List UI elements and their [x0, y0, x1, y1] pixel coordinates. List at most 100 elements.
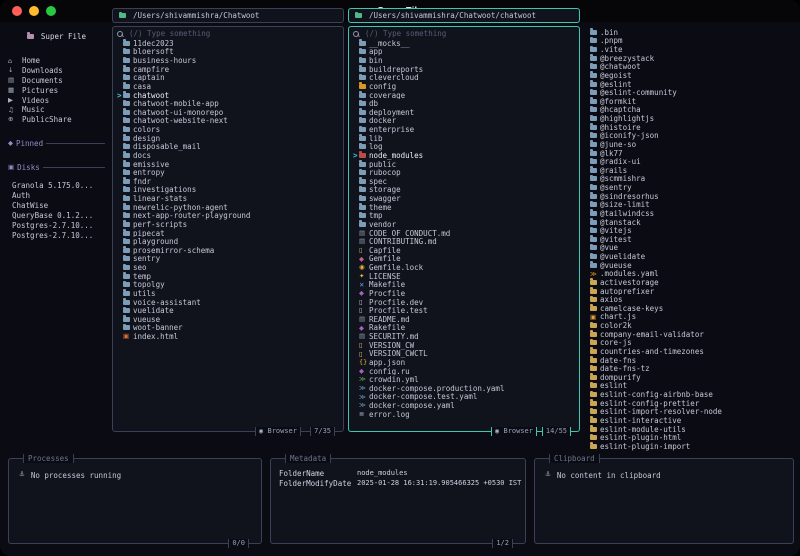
file-row[interactable]: perf-scripts: [117, 220, 343, 229]
panel1-search-input[interactable]: (/) Type something: [117, 29, 343, 38]
file-row[interactable]: rubocop: [353, 168, 579, 177]
file-row[interactable]: ≫ docker-compose.production.yaml: [353, 384, 579, 393]
file-row[interactable]: .bin: [584, 28, 794, 37]
sidebar-item[interactable]: ▤ Documents: [8, 76, 105, 86]
file-row[interactable]: ≫ docker-compose.yaml: [353, 401, 579, 410]
file-row[interactable]: woot-banner: [117, 324, 343, 332]
disk-item[interactable]: Postgres-2.7.10...: [12, 221, 105, 231]
file-row[interactable]: prosemirror-schema: [117, 246, 343, 255]
sidebar-item[interactable]: ♫ Music: [8, 105, 105, 115]
file-row[interactable]: @chatwoot: [584, 63, 794, 71]
file-row[interactable]: ▤ CONTRIBUTING.md: [353, 237, 579, 246]
file-row[interactable]: @tailwindcss: [584, 209, 794, 218]
file-row[interactable]: ◆ config.ru: [353, 367, 579, 376]
file-row[interactable]: pipecat: [117, 229, 343, 237]
file-row[interactable]: 11dec2023: [117, 39, 343, 48]
file-row[interactable]: eslint-plugin-import: [584, 442, 794, 451]
file-row[interactable]: seo: [117, 263, 343, 272]
file-row[interactable]: company-email-validator: [584, 330, 794, 339]
file-row[interactable]: @vitejs: [584, 226, 794, 235]
file-row[interactable]: @vuelidate: [584, 252, 794, 261]
file-row[interactable]: eslint-config-prettier: [584, 399, 794, 408]
file-row[interactable]: clevercloud: [353, 74, 579, 82]
file-row[interactable]: @highlightjs: [584, 114, 794, 123]
file-row[interactable]: buildreports: [353, 65, 579, 74]
file-row[interactable]: fndr: [117, 177, 343, 186]
file-row[interactable]: theme: [353, 203, 579, 212]
file-row[interactable]: ▯ VERSION_CW: [353, 341, 579, 350]
file-row[interactable]: __mocks__: [353, 39, 579, 48]
file-row[interactable]: {} app.json: [353, 358, 579, 367]
file-row[interactable]: bin: [353, 56, 579, 65]
file-row[interactable]: @vitest: [584, 235, 794, 244]
file-row[interactable]: next-app-router-playground: [117, 212, 343, 220]
file-row[interactable]: chatwoot-mobile-app: [117, 99, 343, 108]
file-row[interactable]: countries-and-timezones: [584, 347, 794, 356]
file-row[interactable]: ◆ Gemfile: [353, 255, 579, 264]
file-row[interactable]: > node_modules: [353, 151, 579, 160]
file-row[interactable]: docs: [117, 151, 343, 160]
file-row[interactable]: campfire: [117, 65, 343, 74]
file-row[interactable]: linear-stats: [117, 194, 343, 203]
file-row[interactable]: captain: [117, 74, 343, 82]
file-row[interactable]: dompurify: [584, 373, 794, 382]
file-row[interactable]: temp: [117, 272, 343, 281]
file-row[interactable]: @sindresorhus: [584, 192, 794, 201]
file-row[interactable]: ▤ SECURITY.md: [353, 332, 579, 341]
file-row[interactable]: axios: [584, 295, 794, 304]
file-row[interactable]: ≫ docker-compose.test.yaml: [353, 393, 579, 402]
file-row[interactable]: sentry: [117, 255, 343, 263]
file-row[interactable]: @egoist: [584, 71, 794, 80]
file-row[interactable]: ▣ chart.js: [584, 313, 794, 322]
file-row[interactable]: eslint-plugin-html: [584, 433, 794, 442]
file-row[interactable]: business-hours: [117, 56, 343, 65]
file-row[interactable]: lib: [353, 134, 579, 143]
file-row[interactable]: ▤ CODE_OF_CONDUCT.md: [353, 229, 579, 238]
file-row[interactable]: storage: [353, 186, 579, 194]
file-row[interactable]: design: [117, 134, 343, 143]
file-row[interactable]: ◆ Procfile: [353, 289, 579, 298]
file-row[interactable]: ▯ Capfile: [353, 246, 579, 255]
file-row[interactable]: disposable_mail: [117, 143, 343, 151]
file-row[interactable]: voice-assistant: [117, 298, 343, 306]
sidebar-item[interactable]: ⌂ Home: [8, 56, 105, 66]
file-row[interactable]: db: [353, 99, 579, 108]
file-row[interactable]: @size-limit: [584, 201, 794, 209]
file-row[interactable]: @june-so: [584, 140, 794, 149]
file-row[interactable]: > chatwoot: [117, 91, 343, 100]
file-row[interactable]: color2k: [584, 321, 794, 330]
file-row[interactable]: chatwoot-ui-monorepo: [117, 108, 343, 117]
file-row[interactable]: colors: [117, 125, 343, 134]
file-row[interactable]: ≣ error.log: [353, 410, 579, 419]
file-row[interactable]: @tanstack: [584, 218, 794, 226]
file-row[interactable]: emissive: [117, 160, 343, 168]
file-row[interactable]: @eslint: [584, 80, 794, 88]
file-row[interactable]: chatwoot-website-next: [117, 117, 343, 125]
file-row[interactable]: @vueuse: [584, 261, 794, 270]
file-row[interactable]: .pnpm: [584, 37, 794, 45]
file-row[interactable]: camelcase-keys: [584, 304, 794, 313]
sidebar-item[interactable]: ⊕ PublicShare: [8, 115, 105, 125]
file-row[interactable]: autoprefixer: [584, 287, 794, 295]
file-row[interactable]: ◆ Rakefile: [353, 324, 579, 333]
file-row[interactable]: @scmmishra: [584, 175, 794, 183]
file-row[interactable]: @breezystack: [584, 54, 794, 63]
minimize-button[interactable]: [29, 6, 39, 16]
file-row[interactable]: app: [353, 48, 579, 56]
file-row[interactable]: @hcaptcha: [584, 106, 794, 114]
file-row[interactable]: .vite: [584, 45, 794, 54]
file-row[interactable]: eslint: [584, 382, 794, 390]
file-row[interactable]: bloersoft: [117, 48, 343, 56]
sidebar-item[interactable]: ↓ Downloads: [8, 66, 105, 76]
file-row[interactable]: date-fns: [584, 356, 794, 364]
file-row[interactable]: entropy: [117, 168, 343, 177]
file-row[interactable]: activestorage: [584, 278, 794, 287]
file-row[interactable]: ▯ Procfile.dev: [353, 298, 579, 307]
file-row[interactable]: @lk77: [584, 149, 794, 157]
disk-item[interactable]: Granola 5.175.0...: [12, 181, 105, 191]
file-row[interactable]: deployment: [353, 108, 579, 117]
maximize-button[interactable]: [46, 6, 56, 16]
file-row[interactable]: ✦ LICENSE: [353, 272, 579, 281]
file-row[interactable]: vueuse: [117, 315, 343, 324]
file-row[interactable]: @iconify-json: [584, 132, 794, 140]
